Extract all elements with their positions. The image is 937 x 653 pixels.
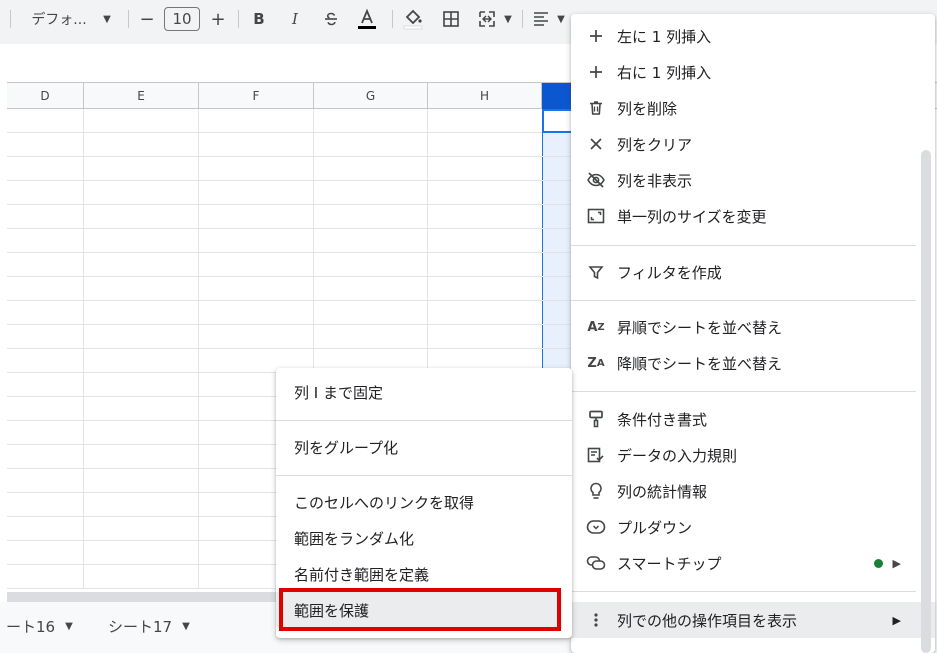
font-size-input[interactable]: 10: [164, 7, 200, 31]
grid-row-line: [7, 156, 572, 157]
grid-row-line: [7, 180, 572, 181]
chevron-down-icon[interactable]: ▼: [500, 0, 516, 38]
grid-row-line: [7, 132, 572, 133]
merge-cells-icon[interactable]: [476, 0, 498, 38]
grid-row-line: [7, 348, 572, 349]
increase-font-size-button[interactable]: +: [207, 0, 229, 38]
clear-column-item[interactable]: 列をクリア: [571, 126, 935, 162]
menu-scrollbar[interactable]: [921, 150, 931, 653]
smart-chip-icon: [585, 552, 607, 574]
text-color-icon[interactable]: [354, 0, 380, 38]
get-cell-link-item[interactable]: このセルへのリンクを取得: [276, 484, 572, 520]
decrease-font-size-button[interactable]: −: [136, 0, 158, 38]
grid-row-line: [7, 204, 572, 205]
dropdown-chip-icon: [585, 516, 607, 538]
define-named-range-item[interactable]: 名前付き範囲を定義: [276, 556, 572, 592]
menu-divider: [571, 245, 916, 246]
randomize-range-item[interactable]: 範囲をランダム化: [276, 520, 572, 556]
menu-divider: [571, 391, 916, 392]
sheet-tab-16[interactable]: ート16 ▼: [6, 616, 73, 637]
fill-color-icon[interactable]: [400, 0, 426, 38]
sort-ascending-item[interactable]: AZ 昇順でシートを並べ替え: [571, 309, 935, 345]
grid-col-line: [198, 109, 199, 589]
insert-column-left-item[interactable]: 左に 1 列挿入: [571, 18, 935, 54]
toolbar-separator: [10, 10, 11, 28]
menu-divider: [276, 475, 572, 476]
plus-icon: [585, 61, 607, 83]
align-left-icon[interactable]: [530, 0, 552, 38]
group-column-item[interactable]: 列をグループ化: [276, 429, 572, 465]
menu-divider: [276, 420, 572, 421]
resize-icon: [585, 205, 607, 227]
submenu-arrow-icon: ▶: [892, 556, 901, 570]
sort-za-icon: ZA: [587, 355, 605, 371]
grid-row-line: [7, 228, 572, 229]
dropdown-item[interactable]: プルダウン: [571, 509, 935, 545]
more-column-actions-item[interactable]: 列での他の操作項目を表示 ▶: [571, 602, 935, 638]
delete-column-item[interactable]: 列を削除: [571, 90, 935, 126]
chevron-down-icon[interactable]: ▼: [98, 0, 116, 38]
column-header-d[interactable]: D: [7, 83, 84, 109]
paint-roller-icon: [585, 408, 607, 430]
column-context-menu: 左に 1 列挿入 右に 1 列挿入 列を削除 列をクリア 列を非表示 単一列のサ…: [571, 14, 935, 653]
italic-button[interactable]: I: [284, 0, 306, 38]
chevron-down-icon[interactable]: ▼: [554, 0, 568, 38]
chevron-down-icon[interactable]: ▼: [182, 621, 190, 632]
grid-row-line: [7, 324, 572, 325]
font-family-select[interactable]: デフォ...: [24, 0, 94, 38]
column-header-h[interactable]: H: [428, 83, 542, 109]
toolbar-separator: [392, 10, 393, 28]
hide-column-item[interactable]: 列を非表示: [571, 162, 935, 198]
grid-row-line: [7, 252, 572, 253]
conditional-formatting-item[interactable]: 条件付き書式: [571, 401, 935, 437]
toolbar-separator: [128, 10, 129, 28]
grid-row-line: [7, 276, 572, 277]
trash-icon: [585, 97, 607, 119]
column-header-g[interactable]: G: [314, 83, 428, 109]
sheet-tab-17[interactable]: シート17 ▼: [108, 616, 190, 637]
chevron-down-icon[interactable]: ▼: [65, 621, 73, 632]
new-feature-dot: [874, 558, 883, 568]
strikethrough-icon[interactable]: [320, 0, 342, 38]
create-filter-item[interactable]: フィルタを作成: [571, 254, 935, 290]
data-validation-icon: [585, 444, 607, 466]
column-header-e[interactable]: E: [84, 83, 199, 109]
freeze-to-column-item[interactable]: 列 I まで固定: [276, 374, 572, 410]
toolbar-separator: [522, 10, 523, 28]
lightbulb-icon: [585, 480, 607, 502]
highlight-annotation-box: [279, 588, 561, 631]
menu-divider: [571, 300, 916, 301]
more-vert-icon: [585, 609, 607, 631]
close-icon: [585, 133, 607, 155]
bold-button[interactable]: B: [248, 0, 270, 38]
toolbar-separator: [238, 10, 239, 28]
horizontal-scrollbar[interactable]: [7, 592, 277, 602]
column-stats-item[interactable]: 列の統計情報: [571, 473, 935, 509]
submenu-arrow-icon: ▶: [892, 613, 901, 627]
data-validation-item[interactable]: データの入力規則: [571, 437, 935, 473]
filter-icon: [585, 261, 607, 283]
sort-az-icon: AZ: [587, 319, 605, 335]
resize-column-item[interactable]: 単一列のサイズを変更: [571, 198, 935, 234]
menu-divider: [571, 591, 916, 592]
column-header-f[interactable]: F: [199, 83, 314, 109]
smart-chips-item[interactable]: スマートチップ ▶: [571, 545, 935, 581]
borders-icon[interactable]: [440, 0, 462, 38]
sort-descending-item[interactable]: ZA 降順でシートを並べ替え: [571, 345, 935, 381]
plus-icon: [585, 25, 607, 47]
grid-row-line: [7, 300, 572, 301]
eye-off-icon: [585, 169, 607, 191]
insert-column-right-item[interactable]: 右に 1 列挿入: [571, 54, 935, 90]
grid-col-line: [83, 109, 84, 589]
